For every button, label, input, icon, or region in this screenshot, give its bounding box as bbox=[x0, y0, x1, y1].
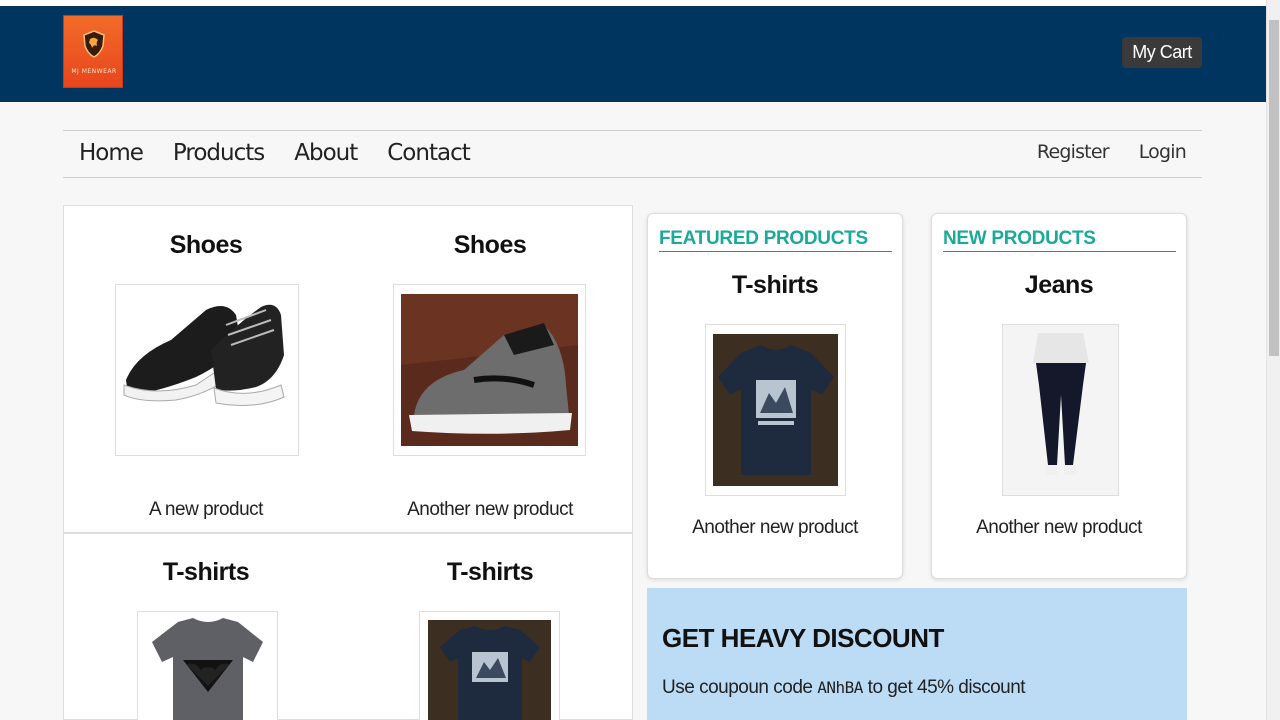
nav-register[interactable]: Register bbox=[1037, 141, 1110, 163]
product-card[interactable]: T-shirts bbox=[64, 558, 348, 720]
product-image[interactable] bbox=[137, 611, 278, 720]
shield-icon bbox=[83, 30, 105, 58]
navy-tshirt-image bbox=[420, 612, 559, 720]
discount-text-after: to get 45% discount bbox=[862, 677, 1026, 698]
product-title: T-shirts bbox=[446, 558, 534, 586]
high-top-shoe-image bbox=[394, 285, 585, 455]
featured-products-card[interactable]: FEATURED PRODUCTS T-shirts Another new p… bbox=[647, 213, 903, 579]
nav-products[interactable]: Products bbox=[173, 140, 265, 166]
coupon-code: ANhBA bbox=[817, 678, 863, 697]
nav-home[interactable]: Home bbox=[79, 140, 144, 166]
discount-heading: GET HEAVY DISCOUNT bbox=[662, 623, 944, 653]
product-description: Another new product bbox=[407, 499, 573, 520]
new-products-heading: NEW PRODUCTS bbox=[943, 228, 1176, 252]
featured-products-heading: FEATURED PRODUCTS bbox=[659, 228, 892, 252]
product-image[interactable] bbox=[115, 284, 299, 456]
product-title: T-shirts bbox=[731, 271, 819, 299]
sneakers-image bbox=[116, 285, 298, 455]
scrollbar[interactable] bbox=[1266, 0, 1280, 720]
discount-text: Use coupoun code ANhBA to get 45% discou… bbox=[662, 677, 1026, 699]
navy-tshirt-image bbox=[706, 325, 845, 495]
product-card[interactable]: T-shirts bbox=[348, 558, 632, 720]
logo-text: MJ MENWEAR bbox=[71, 68, 117, 75]
batman-superman-tshirt-image bbox=[138, 612, 277, 720]
product-grid: Shoes A new product Shoes Another new pr… bbox=[63, 205, 633, 720]
nav-contact[interactable]: Contact bbox=[387, 140, 470, 166]
jeans-model-image bbox=[1003, 325, 1118, 495]
nav-about[interactable]: About bbox=[294, 140, 358, 166]
product-title: Jeans bbox=[1024, 271, 1094, 299]
product-title: T-shirts bbox=[162, 558, 250, 586]
brand-logo[interactable]: MJ MENWEAR bbox=[63, 15, 123, 88]
my-cart-button[interactable]: My Cart bbox=[1122, 37, 1202, 68]
site-header: MJ MENWEAR My Cart bbox=[0, 6, 1266, 102]
row-divider bbox=[64, 532, 632, 534]
scrollbar-thumb[interactable] bbox=[1269, 20, 1279, 356]
product-image[interactable] bbox=[393, 284, 586, 456]
product-card[interactable]: Shoes A new product bbox=[64, 231, 348, 531]
product-image[interactable] bbox=[419, 611, 560, 720]
discount-text-before: Use coupoun code bbox=[662, 677, 818, 698]
product-description: Another new product bbox=[976, 517, 1142, 538]
product-description: Another new product bbox=[692, 517, 858, 538]
product-description: A new product bbox=[149, 499, 263, 520]
discount-banner: GET HEAVY DISCOUNT Use coupoun code ANhB… bbox=[647, 588, 1187, 720]
product-card[interactable]: Shoes Another new product bbox=[348, 231, 632, 531]
nav-login[interactable]: Login bbox=[1139, 141, 1187, 163]
product-image[interactable] bbox=[705, 324, 846, 496]
product-image[interactable] bbox=[1002, 324, 1119, 496]
main-nav: Home Products About Contact Register Log… bbox=[63, 130, 1202, 178]
product-title: Shoes bbox=[453, 231, 527, 259]
product-title: Shoes bbox=[169, 231, 243, 259]
new-products-card[interactable]: NEW PRODUCTS Jeans Another new product bbox=[931, 213, 1187, 579]
